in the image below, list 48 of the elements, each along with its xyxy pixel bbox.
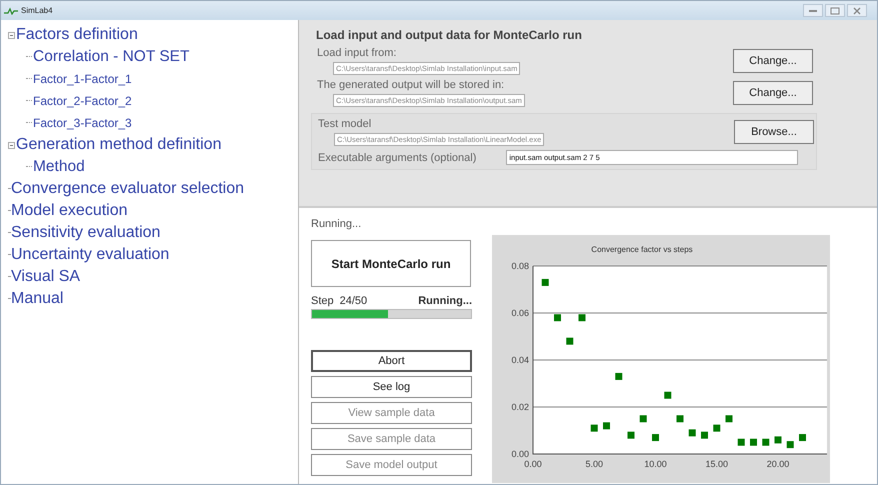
field-label: The generated output will be stored in: bbox=[316, 79, 506, 91]
tree-item[interactable]: Factor_3-Factor_3 bbox=[33, 116, 132, 130]
axis-tick-label: 15.00 bbox=[705, 459, 728, 469]
status-text: Running... bbox=[311, 218, 362, 230]
field-label: Load input from: bbox=[316, 47, 398, 59]
tree-item[interactable]: Factor_2-Factor_2 bbox=[33, 94, 132, 108]
tree-item[interactable]: Convergence evaluator selection bbox=[11, 180, 244, 198]
window-title: SimLab4 bbox=[21, 6, 53, 15]
maximize-button[interactable] bbox=[825, 4, 845, 17]
axis-tick-label: 0.08 bbox=[511, 261, 529, 271]
axis-tick-label: 10.00 bbox=[644, 459, 667, 469]
tree-item[interactable]: Factor_1-Factor_1 bbox=[33, 72, 132, 86]
browse-button[interactable]: Browse... bbox=[734, 120, 814, 144]
tree-item[interactable]: Model execution bbox=[11, 202, 128, 220]
tree-item[interactable]: Visual SA bbox=[11, 268, 80, 286]
tree-item[interactable]: Sensitivity evaluation bbox=[11, 224, 160, 242]
maximize-icon bbox=[830, 6, 840, 14]
start-button[interactable]: Start MonteCarlo run bbox=[311, 240, 471, 287]
tree-item[interactable]: Correlation - NOT SET bbox=[33, 48, 190, 66]
field-label: Executable arguments (optional) bbox=[317, 152, 476, 164]
action-button[interactable]: Abort bbox=[311, 350, 472, 372]
axis-tick-label: 0.02 bbox=[511, 402, 529, 412]
close-button[interactable] bbox=[847, 4, 867, 17]
section-title: Load input and output data for MonteCarlo run bbox=[316, 28, 583, 42]
app-icon bbox=[4, 6, 18, 14]
axis-tick-label: 0.00 bbox=[524, 459, 542, 469]
step-count: 24/50 bbox=[340, 295, 368, 307]
axis-tick-label: 20.00 bbox=[766, 459, 790, 469]
change-button[interactable]: Change... bbox=[733, 81, 813, 105]
tree-item[interactable]: Generation method definition bbox=[16, 136, 222, 154]
minimize-button[interactable] bbox=[803, 4, 823, 17]
axis-tick-label: 0.00 bbox=[511, 449, 529, 459]
tree-item[interactable]: Method bbox=[33, 158, 85, 176]
chart-title: Convergence factor vs steps bbox=[591, 245, 693, 254]
axis-tick-label: 0.04 bbox=[511, 355, 529, 365]
collapse-icon[interactable] bbox=[8, 32, 15, 38]
step-label: Step bbox=[311, 295, 334, 307]
tree-item[interactable]: Uncertainty evaluation bbox=[11, 246, 170, 264]
collapse-icon[interactable] bbox=[8, 142, 15, 148]
axis-tick-label: 5.00 bbox=[585, 459, 604, 469]
action-button[interactable]: See log bbox=[311, 376, 472, 398]
axis-tick-label: 0.06 bbox=[511, 308, 529, 318]
change-button[interactable]: Change... bbox=[733, 49, 813, 73]
field-label: Test model bbox=[317, 118, 372, 130]
close-icon bbox=[852, 6, 862, 14]
tree-item[interactable]: Factors definition bbox=[16, 26, 138, 44]
step-status: Running... bbox=[418, 295, 472, 307]
tree-item[interactable]: Manual bbox=[11, 290, 64, 308]
